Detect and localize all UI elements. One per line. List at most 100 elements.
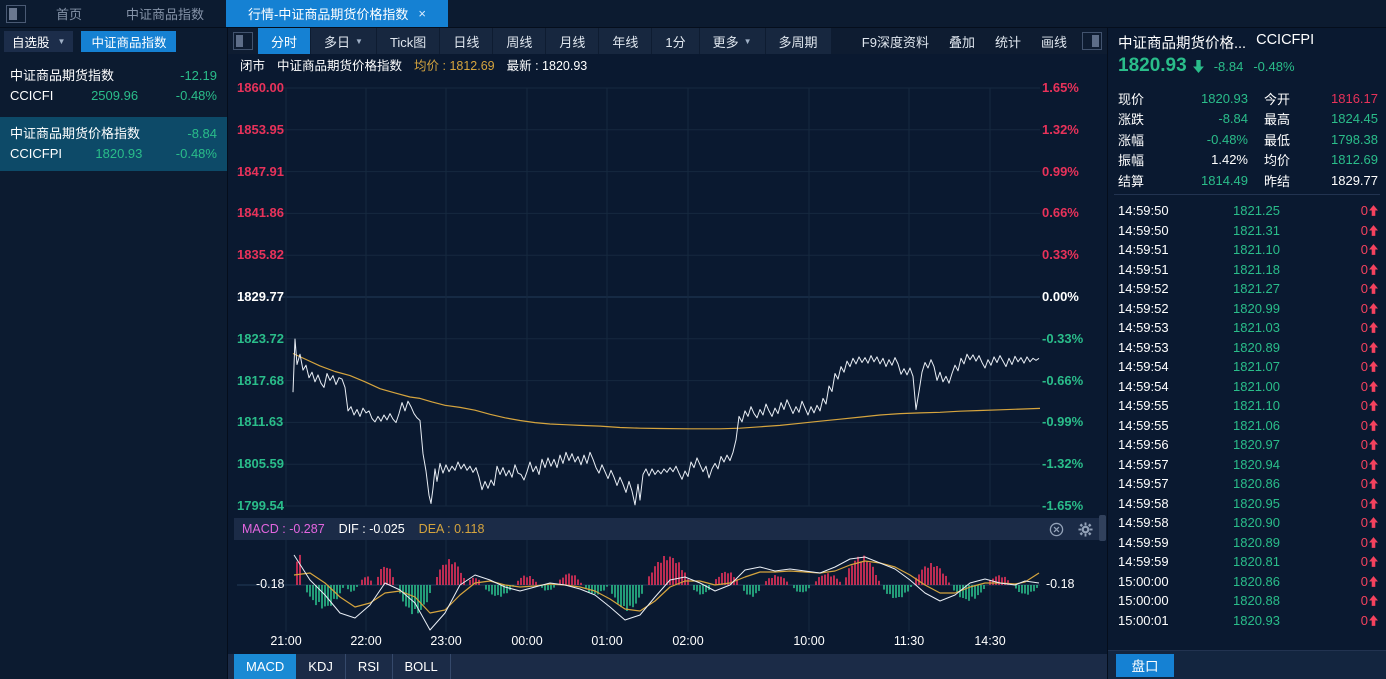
trade-row: 14:59:531821.030 (1118, 318, 1378, 338)
toolbar-action-F9深度资料[interactable]: F9深度资料 (852, 28, 939, 54)
indicator-settings-gear-icon[interactable] (1078, 522, 1093, 537)
toolbar-action-画线[interactable]: 画线 (1031, 28, 1077, 54)
instrument-pct: -0.48% (176, 86, 217, 106)
top-tab-行情-中证商品期货价格指数[interactable]: 行情-中证商品期货价格指数× (226, 0, 448, 27)
watchlist-item[interactable]: 中证商品期货价格指数-8.84CCICFPI1820.93-0.48% (0, 117, 227, 171)
period-button-年线[interactable]: 年线 (599, 28, 651, 54)
top-tab-label: 首页 (56, 4, 82, 23)
period-button-label: 年线 (612, 32, 638, 51)
trade-row: 14:59:511821.100 (1118, 240, 1378, 260)
quote-price-row: 1820.93 -8.84 -0.48% (1118, 55, 1295, 77)
period-button-label: 1分 (665, 32, 685, 51)
trade-price: 1820.89 (1196, 535, 1280, 550)
instrument-name: 中证商品期货指数 (10, 66, 114, 86)
trade-volume: 0 (1361, 398, 1378, 413)
price-axis-tick: 1841.86 (237, 205, 284, 220)
collapse-left-panel-icon[interactable] (6, 5, 26, 23)
period-button-label: 月线 (559, 32, 585, 51)
quote-stats-row: 涨幅-0.48%最低1798.38 (1118, 129, 1378, 150)
indicator-tab-MACD[interactable]: MACD (234, 654, 296, 679)
trade-time: 15:00:01 (1118, 613, 1196, 628)
order-book-button[interactable]: 盘口 (1116, 654, 1174, 677)
percent-axis-tick: -0.66% (1042, 373, 1083, 388)
quote-title: 中证商品期货价格... CCICFPI (1118, 32, 1380, 53)
percent-axis-tick: -1.65% (1042, 498, 1083, 513)
trade-volume: 0 (1361, 593, 1378, 608)
period-button-月线[interactable]: 月线 (546, 28, 598, 54)
period-button-多日[interactable]: 多日▼ (311, 28, 376, 54)
watchlist-group-dropdown[interactable]: 自选股 ▼ (4, 31, 73, 52)
instrument-name-label: 中证商品期货价格指数 (277, 55, 402, 74)
indicator-tab-KDJ[interactable]: KDJ (296, 654, 346, 679)
period-button-周线[interactable]: 周线 (493, 28, 545, 54)
trade-price: 1821.27 (1196, 281, 1280, 296)
trade-time: 14:59:57 (1118, 457, 1196, 472)
trade-volume: 0 (1361, 281, 1378, 296)
trade-row: 15:00:001820.860 (1118, 572, 1378, 592)
quote-stats-row: 现价1820.93今开1816.17 (1118, 88, 1378, 109)
price-axis-tick: 1805.59 (237, 456, 284, 471)
collapse-sidebar-icon[interactable] (233, 32, 253, 50)
trade-price: 1820.88 (1196, 593, 1280, 608)
indicator-tab-BOLL[interactable]: BOLL (393, 654, 451, 679)
close-tab-icon[interactable]: × (418, 6, 426, 21)
up-arrow-icon (1369, 498, 1378, 509)
price-axis-tick: 1799.54 (237, 498, 284, 513)
up-arrow-icon (1369, 576, 1378, 587)
time-and-sales-list[interactable]: 14:59:501821.25014:59:501821.31014:59:51… (1118, 201, 1378, 630)
trade-time: 14:59:53 (1118, 340, 1196, 355)
top-tab-首页[interactable]: 首页 (34, 0, 104, 27)
trade-time: 14:59:59 (1118, 554, 1196, 569)
period-button-label: 分时 (271, 32, 297, 51)
stat-label: 均价 (1264, 150, 1308, 169)
stat-label: 昨结 (1264, 171, 1308, 190)
trade-volume: 0 (1361, 515, 1378, 530)
trade-row: 14:59:561820.970 (1118, 435, 1378, 455)
time-axis-tick: 02:00 (663, 634, 713, 648)
period-button-Tick图[interactable]: Tick图 (377, 28, 439, 54)
stat-value: -0.48% (1158, 132, 1248, 147)
intraday-chart[interactable] (228, 28, 1108, 679)
collapse-right-panel-icon[interactable] (1082, 32, 1102, 50)
trade-volume: 0 (1361, 223, 1378, 238)
price-axis-tick: 1811.63 (237, 414, 283, 429)
sidebar-tab-index-group[interactable]: 中证商品指数 (81, 31, 176, 52)
watchlist-sidebar: 自选股 ▼ 中证商品指数 中证商品期货指数-12.19CCICFI2509.96… (0, 28, 228, 679)
instrument-code: CCICFI (10, 86, 53, 106)
up-arrow-icon (1369, 400, 1378, 411)
period-button-1分[interactable]: 1分 (652, 28, 698, 54)
time-axis-tick: 01:00 (582, 634, 632, 648)
up-arrow-icon (1369, 556, 1378, 567)
instrument-price: 2509.96 (91, 86, 138, 106)
toolbar-action-统计[interactable]: 统计 (985, 28, 1031, 54)
toolbar-action-叠加[interactable]: 叠加 (939, 28, 985, 54)
quote-stats-grid: 现价1820.93今开1816.17涨跌-8.84最高1824.45涨幅-0.4… (1118, 88, 1378, 191)
close-indicator-icon[interactable] (1049, 522, 1064, 537)
indicator-tab-RSI[interactable]: RSI (346, 654, 393, 679)
trade-price: 1821.10 (1196, 242, 1280, 257)
instrument-price: 1820.93 (95, 144, 142, 164)
stat-value: 1816.17 (1308, 91, 1378, 106)
percent-axis-tick: -0.99% (1042, 414, 1083, 429)
time-axis-tick: 10:00 (784, 634, 834, 648)
up-arrow-icon (1369, 537, 1378, 548)
trade-time: 14:59:53 (1118, 320, 1196, 335)
quote-instrument-name: 中证商品期货价格... (1118, 32, 1246, 53)
period-button-更多[interactable]: 更多▼ (700, 28, 765, 54)
trade-price: 1821.25 (1196, 203, 1280, 218)
quote-divider (1114, 194, 1380, 195)
top-tab-中证商品指数[interactable]: 中证商品指数 (104, 0, 226, 27)
trade-row: 14:59:551821.060 (1118, 416, 1378, 436)
trade-row: 14:59:531820.890 (1118, 338, 1378, 358)
stat-label: 结算 (1118, 171, 1158, 190)
period-button-多周期[interactable]: 多周期 (766, 28, 831, 54)
quote-change: -8.84 (1214, 59, 1244, 74)
trade-row: 14:59:501821.250 (1118, 201, 1378, 221)
period-button-分时[interactable]: 分时 (258, 28, 310, 54)
panel-splitter-handle[interactable] (1099, 515, 1106, 541)
trade-row: 14:59:511821.180 (1118, 260, 1378, 280)
up-arrow-icon (1369, 225, 1378, 236)
period-button-日线[interactable]: 日线 (440, 28, 492, 54)
trade-volume: 0 (1361, 242, 1378, 257)
watchlist-item[interactable]: 中证商品期货指数-12.19CCICFI2509.96-0.48% (0, 59, 227, 113)
